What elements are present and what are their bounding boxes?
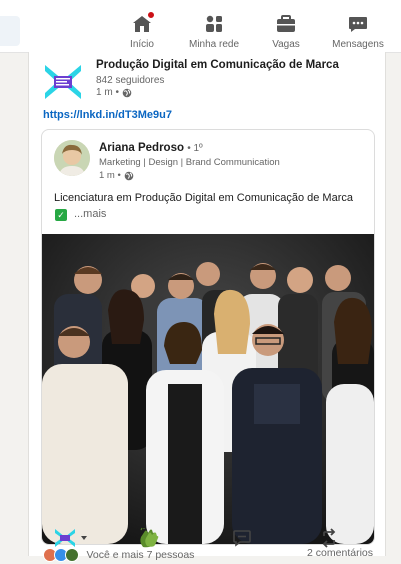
feed-post: Produção Digital em Comunicação de Marca… [28,52,386,562]
comment-icon [233,530,251,547]
messaging-icon [347,14,369,34]
celebrate-button[interactable] [138,526,160,550]
shared-author-headline: Marketing | Design | Brand Communication [99,157,280,168]
post-actions [0,522,401,556]
search-input[interactable] [0,16,20,46]
repost-icon [322,528,336,548]
nav-messaging[interactable]: Mensagens [326,14,390,50]
react-button[interactable] [54,526,89,550]
check-mark-icon: ✓ [55,209,67,221]
see-more-link[interactable]: ...mais [74,208,106,220]
post-meta: 1 m • [96,87,132,98]
nav-network[interactable]: Minha rede [182,14,246,50]
shared-post[interactable]: Ariana Pedroso • 1º Marketing | Design |… [41,129,375,545]
nav-jobs-label: Vagas [272,39,300,50]
connection-degree: • 1º [187,143,203,154]
briefcase-icon [275,14,297,34]
nav-home[interactable]: Início [110,10,174,50]
nav-jobs[interactable]: Vagas [254,14,318,50]
author-name[interactable]: Produção Digital em Comunicação de Marca [96,59,339,71]
nav-messaging-label: Mensagens [332,39,384,50]
shared-post-body: Licenciatura em Produção Digital em Comu… [54,192,353,204]
network-icon [203,14,225,34]
repost-button[interactable] [320,526,338,550]
avatar[interactable] [54,140,90,176]
post-link[interactable]: https://lnkd.in/dT3Me9u7 [43,109,172,121]
company-logo[interactable] [41,60,85,104]
nav-home-label: Início [130,39,154,50]
top-navigation: Início Minha rede Vagas Mensagens [0,0,401,53]
chevron-down-icon [81,536,87,540]
follower-count: 842 seguidores [96,75,165,86]
shared-post-meta: 1 m • [99,170,134,181]
post-time: 1 m • [96,87,119,98]
post-image[interactable] [42,234,374,544]
company-logo-icon [55,529,75,547]
shared-post-time: 1 m • [99,170,121,181]
shared-author-name: Ariana Pedroso [99,142,184,154]
shared-post-text: Licenciatura em Produção Digital em Comu… [54,190,354,222]
nav-network-label: Minha rede [188,39,240,50]
globe-icon [122,88,132,97]
notification-badge [146,10,156,20]
home-icon [131,10,156,34]
comment-button[interactable] [232,526,252,550]
shared-author[interactable]: Ariana Pedroso • 1º [99,142,203,154]
globe-icon [124,171,134,180]
clapping-hands-icon [140,527,159,548]
